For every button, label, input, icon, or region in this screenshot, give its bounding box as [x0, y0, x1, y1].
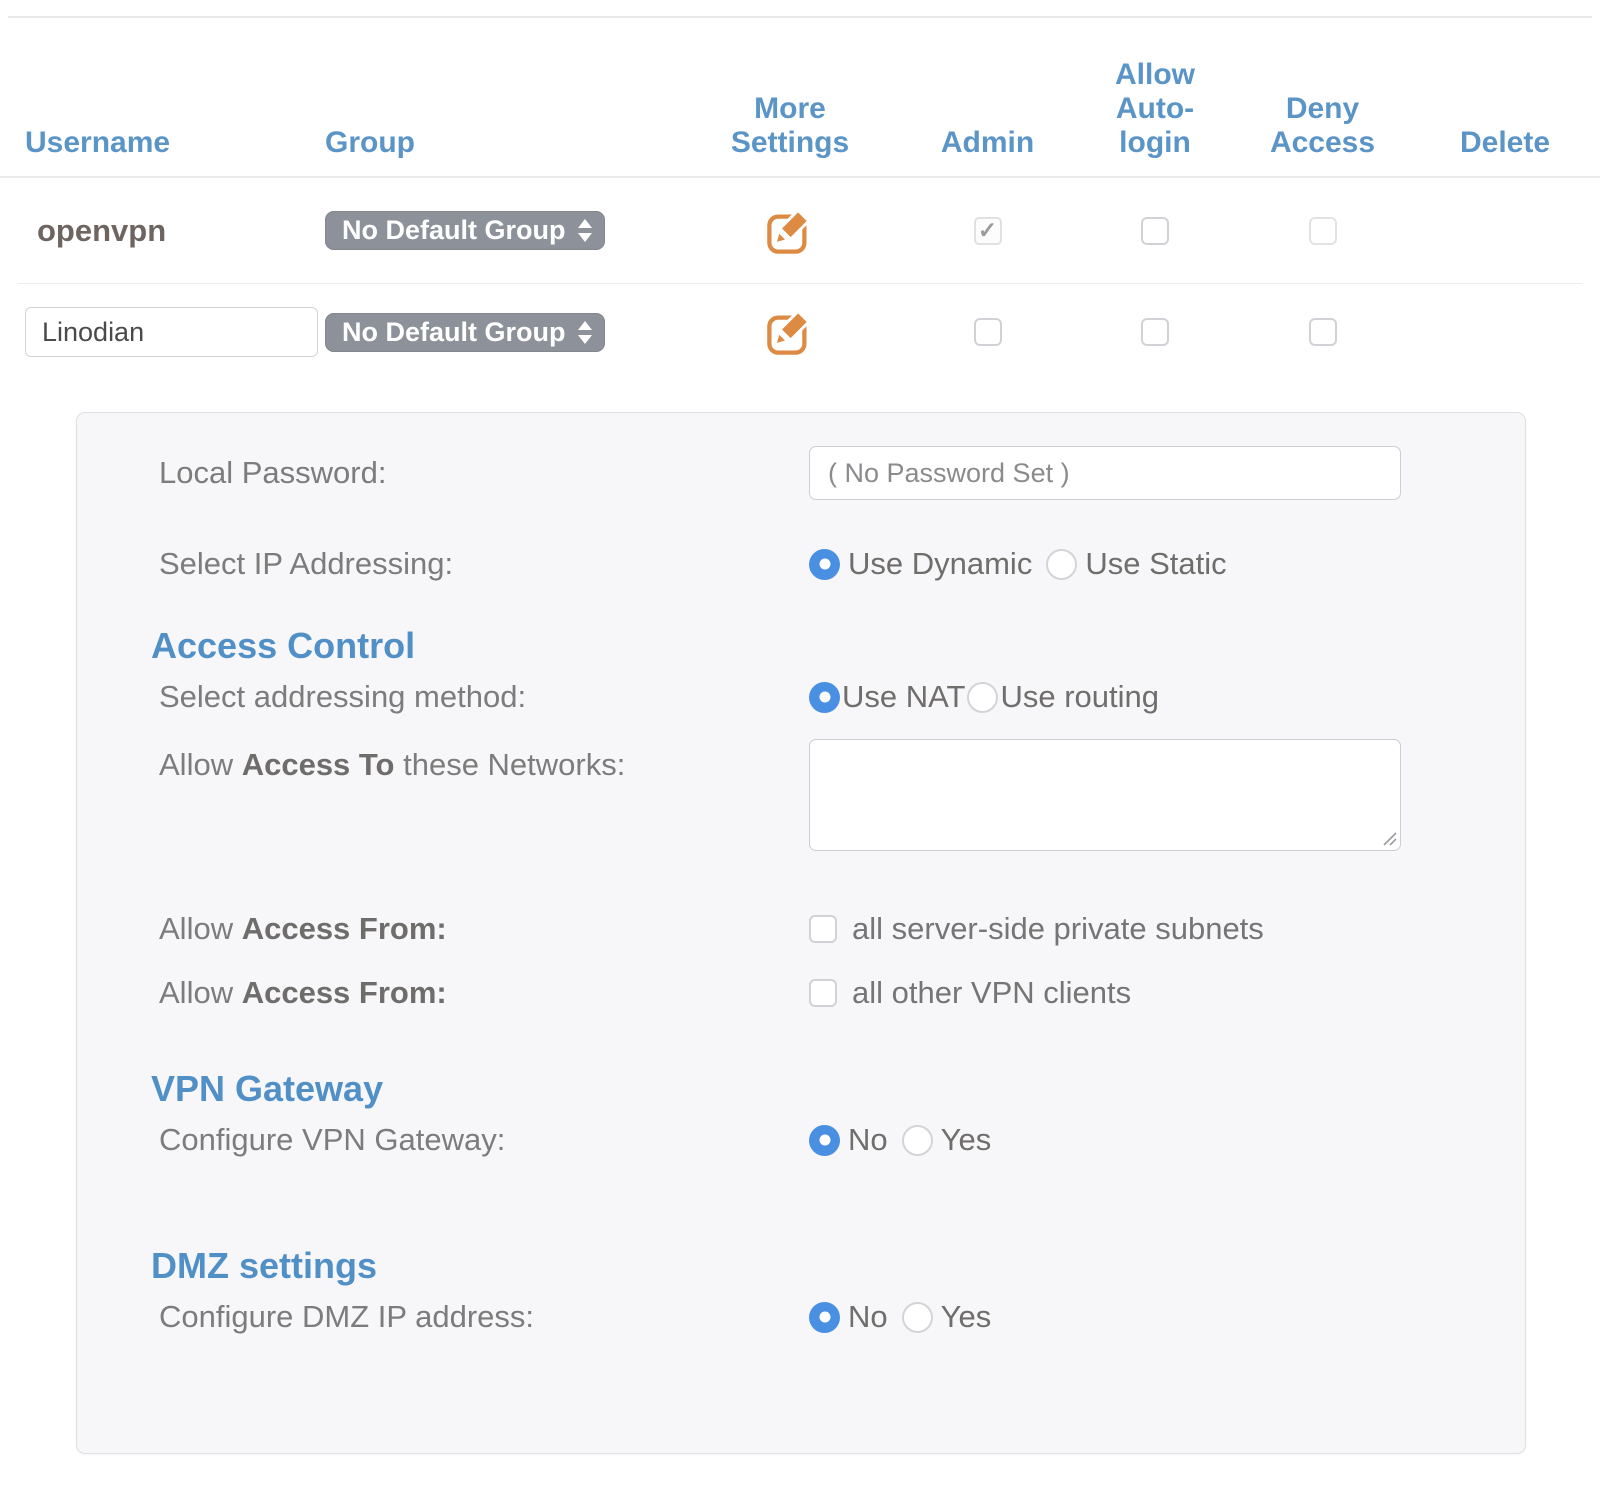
use-routing-label: Use routing: [1000, 679, 1159, 715]
access-control-title: Access Control: [77, 626, 1525, 666]
access-from-label: Allow Access From:: [159, 975, 809, 1011]
column-header-allow-autologin: Allow Auto-login: [1095, 58, 1215, 160]
deny-access-checkbox[interactable]: [1309, 318, 1337, 346]
configure-vpn-gateway-row: Configure VPN Gateway: No Yes: [77, 1122, 1525, 1158]
dmz-no-label: No: [848, 1299, 888, 1335]
group-select[interactable]: No Default Group: [325, 313, 605, 352]
table-row-openvpn: openvpn No Default Group ✓: [0, 178, 1600, 283]
admin-checkbox[interactable]: [974, 318, 1002, 346]
column-header-admin: Admin: [880, 126, 1095, 160]
dmz-yes-radio[interactable]: [902, 1302, 933, 1333]
vpn-gateway-no-radio[interactable]: [809, 1125, 840, 1156]
column-header-username: Username: [25, 126, 325, 160]
resize-grip-icon[interactable]: [1381, 830, 1397, 846]
select-arrows-icon: [578, 219, 592, 242]
use-routing-radio[interactable]: [967, 682, 998, 713]
access-from-label: Allow Access From:: [159, 911, 809, 947]
access-to-networks-row: Allow Access To these Networks:: [77, 739, 1525, 851]
configure-dmz-row: Configure DMZ IP address: No Yes: [77, 1299, 1525, 1335]
ip-addressing-label: Select IP Addressing:: [159, 546, 809, 582]
username-text: openvpn: [25, 213, 166, 249]
all-server-side-subnets-checkbox[interactable]: [809, 915, 837, 943]
edit-pencil-icon: [765, 206, 815, 256]
use-static-radio[interactable]: [1046, 549, 1077, 580]
deny-access-cell: [1215, 217, 1430, 245]
edit-settings-button[interactable]: [765, 206, 815, 256]
select-arrows-icon: [578, 321, 592, 344]
dmz-settings-title: DMZ settings: [77, 1246, 1525, 1286]
username-cell: openvpn: [25, 213, 325, 249]
local-password-label: Local Password:: [159, 455, 809, 491]
dmz-no-radio[interactable]: [809, 1302, 840, 1333]
allow-autologin-checkbox[interactable]: [1141, 217, 1169, 245]
column-header-group: Group: [325, 126, 700, 160]
access-to-networks-label: Allow Access To these Networks:: [159, 747, 809, 783]
configure-vpn-gateway-label: Configure VPN Gateway:: [159, 1122, 809, 1158]
deny-access-cell: [1215, 318, 1430, 346]
column-header-more-settings: More Settings: [700, 92, 880, 160]
more-settings-cell: [700, 307, 880, 357]
table-header-row: Username Group More Settings Admin Allow…: [0, 18, 1600, 176]
group-select-value: No Default Group: [342, 317, 566, 348]
autologin-cell: [1095, 318, 1215, 346]
local-password-input[interactable]: [809, 446, 1401, 500]
use-dynamic-radio[interactable]: [809, 549, 840, 580]
deny-access-checkbox[interactable]: [1309, 217, 1337, 245]
username-cell: [25, 307, 325, 357]
new-username-input[interactable]: [25, 307, 318, 357]
column-header-delete: Delete: [1430, 126, 1580, 160]
check-icon: ✓: [978, 219, 997, 242]
use-nat-label: Use NAT: [842, 679, 965, 715]
use-nat-radio[interactable]: [809, 682, 840, 713]
access-from-subnets-row: Allow Access From: all server-side priva…: [77, 911, 1525, 947]
group-cell: No Default Group: [325, 313, 700, 352]
addressing-method-label: Select addressing method:: [159, 679, 809, 715]
autologin-cell: [1095, 217, 1215, 245]
ip-addressing-row: Select IP Addressing: Use Dynamic Use St…: [77, 546, 1525, 582]
more-settings-cell: [700, 206, 880, 256]
all-other-vpn-clients-label: all other VPN clients: [852, 975, 1131, 1011]
all-other-vpn-clients-checkbox[interactable]: [809, 979, 837, 1007]
vpn-gateway-yes-radio[interactable]: [902, 1125, 933, 1156]
vpn-gateway-title: VPN Gateway: [77, 1069, 1525, 1109]
admin-checkbox[interactable]: ✓: [974, 217, 1002, 245]
access-from-clients-row: Allow Access From: all other VPN clients: [77, 975, 1525, 1011]
column-header-deny-access: Deny Access: [1215, 92, 1430, 160]
edit-pencil-icon: [765, 307, 815, 357]
dmz-yes-label: Yes: [941, 1299, 992, 1335]
edit-settings-button[interactable]: [765, 307, 815, 357]
use-dynamic-label: Use Dynamic: [848, 546, 1032, 582]
local-password-row: Local Password:: [77, 446, 1525, 500]
all-server-side-subnets-label: all server-side private subnets: [852, 911, 1264, 947]
vpn-gateway-yes-label: Yes: [941, 1122, 992, 1158]
user-settings-panel: Local Password: Select IP Addressing: Us…: [76, 412, 1526, 1454]
configure-dmz-label: Configure DMZ IP address:: [159, 1299, 809, 1335]
use-static-label: Use Static: [1085, 546, 1226, 582]
admin-cell: ✓: [880, 217, 1095, 245]
table-row-new-user: No Default Group: [0, 284, 1600, 380]
admin-cell: [880, 318, 1095, 346]
group-select-value: No Default Group: [342, 215, 566, 246]
allow-autologin-checkbox[interactable]: [1141, 318, 1169, 346]
addressing-method-row: Select addressing method: Use NAT Use ro…: [77, 679, 1525, 715]
group-cell: No Default Group: [325, 211, 700, 250]
group-select[interactable]: No Default Group: [325, 211, 605, 250]
vpn-gateway-no-label: No: [848, 1122, 888, 1158]
users-table: Username Group More Settings Admin Allow…: [0, 18, 1600, 380]
access-to-networks-textarea[interactable]: [809, 739, 1401, 851]
